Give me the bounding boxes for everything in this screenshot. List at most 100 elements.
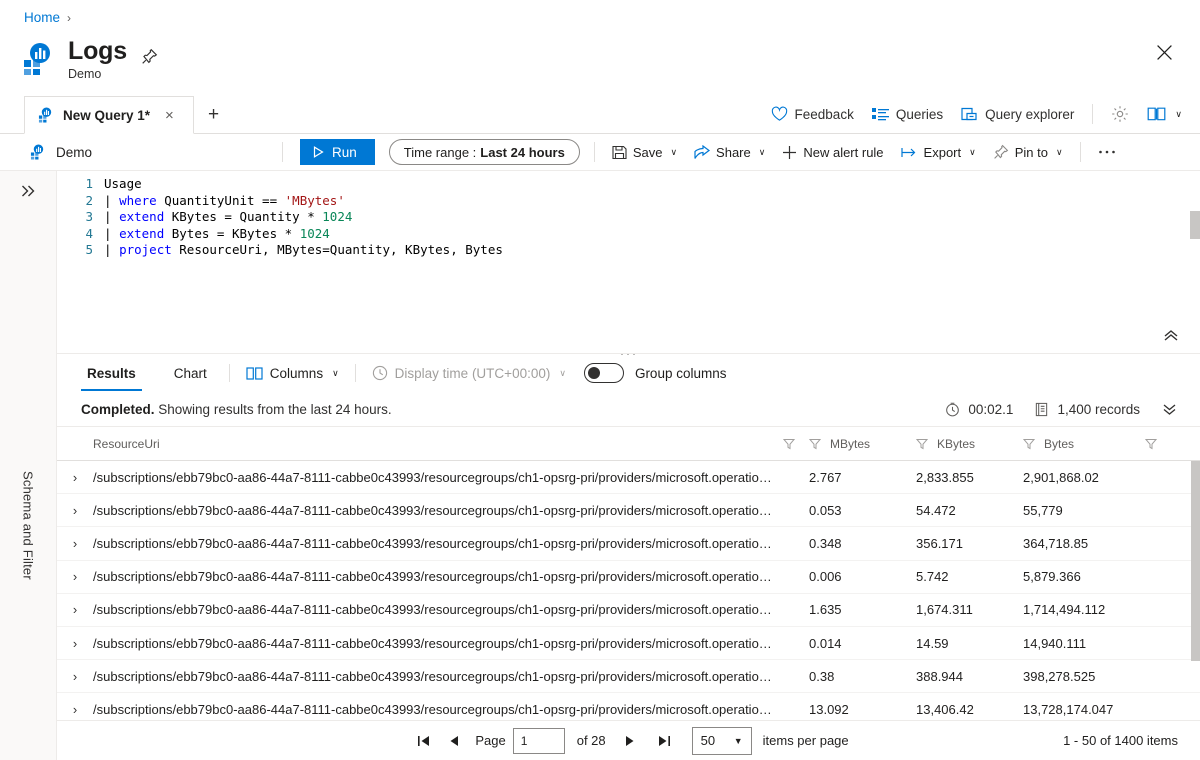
double-chevron-right-icon[interactable] xyxy=(20,183,37,199)
pin-to-button[interactable]: Pin to ∨ xyxy=(993,144,1063,160)
chevron-down-icon[interactable]: ∨ xyxy=(759,147,766,158)
code-line: 5 | project ResourceUri, MBytes=Quantity,… xyxy=(57,242,1200,259)
queries-button[interactable]: Queries xyxy=(871,107,943,122)
help-book-button[interactable]: ∨ xyxy=(1147,106,1182,122)
query-explorer-label: Query explorer xyxy=(985,106,1075,122)
feedback-button[interactable]: Feedback xyxy=(771,106,854,122)
grid-scrollbar[interactable] xyxy=(1191,461,1200,661)
new-alert-rule-button[interactable]: New alert rule xyxy=(782,145,884,160)
scope-selector[interactable]: Demo xyxy=(30,144,92,160)
pin-icon[interactable] xyxy=(141,48,158,65)
results-status-bar: Completed. Showing results from the last… xyxy=(57,393,1200,427)
page-size-value: 50 xyxy=(700,733,716,748)
close-blade-button[interactable] xyxy=(1150,38,1178,66)
table-row[interactable]: › /subscriptions/ebb79bc0-aa86-44a7-8111-… xyxy=(57,627,1200,661)
chevron-right-icon: › xyxy=(72,502,78,518)
expand-row-button[interactable]: › xyxy=(57,669,93,684)
time-range-picker[interactable]: Time range : Last 24 hours xyxy=(388,139,580,165)
display-time-button[interactable]: Display time (UTC+00:00) ∨ xyxy=(372,365,566,381)
first-page-icon[interactable] xyxy=(408,728,438,754)
more-actions-icon[interactable]: ellipsis-icon xyxy=(171,52,184,62)
chevron-right-icon: › xyxy=(72,569,78,585)
status-completed: Completed. xyxy=(81,402,155,417)
table-row[interactable]: › /subscriptions/ebb79bc0-aa86-44a7-8111-… xyxy=(57,660,1200,694)
records-icon xyxy=(1034,402,1049,417)
schema-filter-rail[interactable]: Schema and Filter xyxy=(0,171,57,760)
prev-page-icon[interactable] xyxy=(438,728,468,754)
settings-button[interactable] xyxy=(1111,105,1129,123)
expand-row-button[interactable]: › xyxy=(57,569,93,584)
line-number: 3 xyxy=(85,209,93,224)
kql-code[interactable]: 1 Usage 2 | where QuantityUnit == 'MBytes' 3… xyxy=(57,171,1200,259)
cell-resourceuri: /subscriptions/ebb79bc0-aa86-44a7-8111-c… xyxy=(93,469,772,485)
export-icon xyxy=(900,146,918,159)
chevron-right-icon: › xyxy=(72,668,78,684)
tab-chart[interactable]: Chart xyxy=(168,356,213,391)
display-time-label: Display time (UTC+00:00) xyxy=(394,365,551,381)
table-row[interactable]: › /subscriptions/ebb79bc0-aa86-44a7-8111-… xyxy=(57,527,1200,561)
filter-icon[interactable] xyxy=(916,438,928,450)
expand-row-button[interactable]: › xyxy=(57,503,93,518)
query-explorer-button[interactable]: Query explorer xyxy=(961,106,1074,122)
columns-button[interactable]: Columns ∨ xyxy=(246,366,339,381)
grid-header-row: ResourceUri MBytes KBytes Bytes xyxy=(57,427,1200,461)
chevron-down-icon[interactable]: ∨ xyxy=(1056,147,1063,158)
run-button[interactable]: Run xyxy=(300,139,375,165)
results-grid[interactable]: ResourceUri MBytes KBytes Bytes › /subscript… xyxy=(57,427,1200,720)
kql-query-editor[interactable]: 1 Usage 2 | where QuantityUnit == 'MBytes' 3… xyxy=(57,171,1200,361)
last-page-icon[interactable] xyxy=(650,728,680,754)
next-page-icon[interactable] xyxy=(616,728,646,754)
filter-icon[interactable] xyxy=(783,438,795,450)
close-icon[interactable]: × xyxy=(165,107,174,124)
page-size-select[interactable]: 50 ▼ xyxy=(691,726,752,755)
save-button[interactable]: Save ∨ xyxy=(612,145,677,160)
save-icon xyxy=(612,145,627,160)
share-button[interactable]: Share ∨ xyxy=(694,144,766,160)
cell-mbytes: 0.053 xyxy=(809,502,842,518)
add-query-tab-button[interactable]: + xyxy=(208,104,219,126)
table-row[interactable]: › /subscriptions/ebb79bc0-aa86-44a7-8111-… xyxy=(57,461,1200,495)
query-tab-icon xyxy=(38,107,52,123)
column-header-label: KBytes xyxy=(937,436,976,451)
chevron-down-icon[interactable]: ∨ xyxy=(559,368,566,379)
tab-results[interactable]: Results xyxy=(81,356,142,391)
group-columns-label: Group columns xyxy=(634,365,727,381)
expand-row-button[interactable]: › xyxy=(57,602,93,617)
chevron-down-icon[interactable]: ∨ xyxy=(1175,109,1182,120)
expand-row-button[interactable]: › xyxy=(57,702,93,717)
chevron-down-icon[interactable]: ∨ xyxy=(969,147,976,158)
query-tab[interactable]: New Query 1* × xyxy=(24,96,194,134)
expand-row-button[interactable]: › xyxy=(57,636,93,651)
column-header-resourceuri[interactable]: ResourceUri xyxy=(93,437,809,451)
group-columns-toggle[interactable] xyxy=(583,363,624,383)
chevron-down-icon[interactable]: ∨ xyxy=(332,368,339,379)
chevron-down-icon[interactable]: ∨ xyxy=(670,147,677,158)
filter-icon[interactable] xyxy=(1023,438,1035,450)
filter-icon[interactable] xyxy=(1145,438,1157,450)
expand-row-button[interactable]: › xyxy=(57,536,93,551)
double-chevron-down-icon[interactable] xyxy=(1161,402,1178,417)
export-button[interactable]: Export ∨ xyxy=(900,145,976,160)
column-header-bytes[interactable]: Bytes xyxy=(1023,437,1143,451)
breadcrumb-home[interactable]: Home xyxy=(24,10,60,25)
table-row[interactable]: › /subscriptions/ebb79bc0-aa86-44a7-8111-… xyxy=(57,594,1200,627)
column-header-kbytes[interactable]: KBytes xyxy=(916,437,1023,451)
page-subtitle: Demo xyxy=(68,67,102,81)
editor-scrollbar[interactable] xyxy=(1190,211,1200,239)
breadcrumb-separator-icon: › xyxy=(67,10,72,25)
filter-icon[interactable] xyxy=(809,438,821,450)
double-chevron-up-icon[interactable] xyxy=(1162,327,1180,343)
cmdbar-overflow-button[interactable] xyxy=(1098,149,1116,155)
column-header-mbytes[interactable]: MBytes xyxy=(809,437,916,451)
chevron-right-icon: › xyxy=(72,469,78,485)
records-value: 1,400 records xyxy=(1057,402,1140,417)
results-divider-1 xyxy=(228,364,230,382)
table-row[interactable]: › /subscriptions/ebb79bc0-aa86-44a7-8111-… xyxy=(57,561,1200,594)
scope-label: Demo xyxy=(56,144,93,160)
expand-row-button[interactable]: › xyxy=(57,470,93,485)
table-row[interactable]: › /subscriptions/ebb79bc0-aa86-44a7-8111-… xyxy=(57,693,1200,720)
table-row[interactable]: › /subscriptions/ebb79bc0-aa86-44a7-8111-… xyxy=(57,494,1200,528)
code-line: 2 | where QuantityUnit == 'MBytes' xyxy=(57,193,1200,210)
query-duration: 00:02.1 xyxy=(945,402,1013,417)
page-number-input[interactable] xyxy=(512,727,565,754)
